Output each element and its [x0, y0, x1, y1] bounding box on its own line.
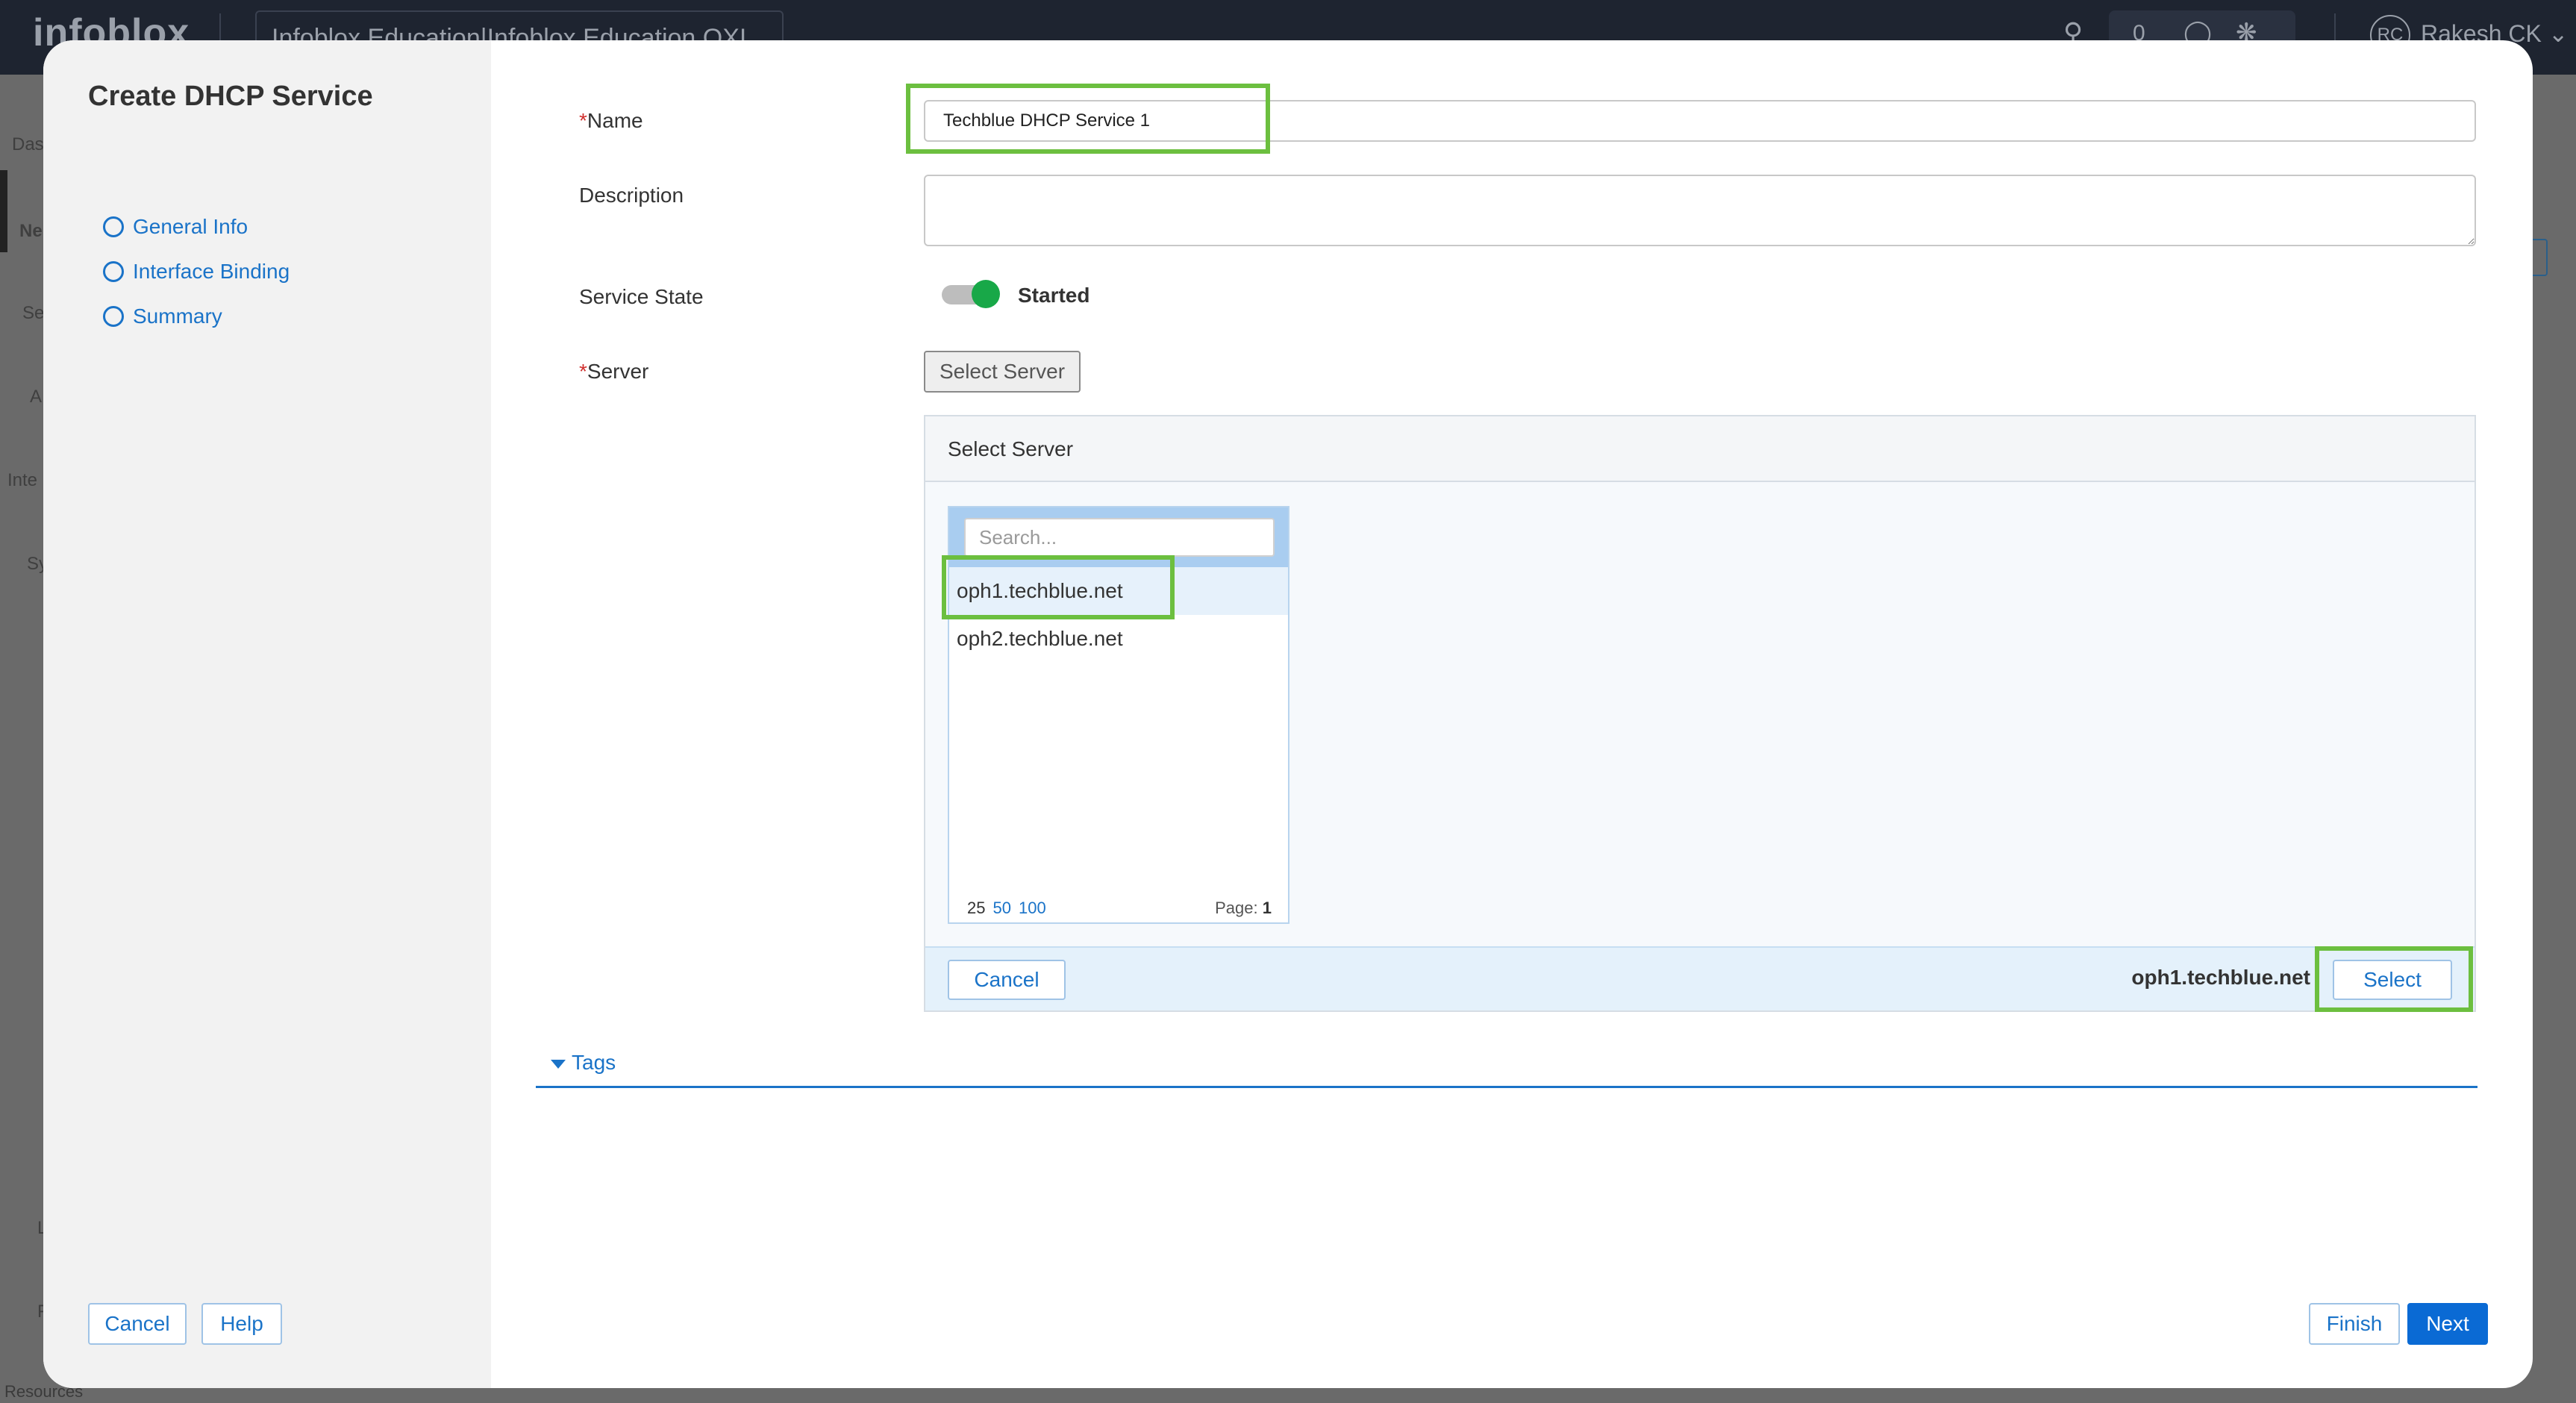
list-item[interactable]: oph1.techblue.net	[949, 567, 1288, 615]
step-circle-icon	[103, 261, 124, 282]
search-input[interactable]	[964, 518, 1275, 557]
select-server-panel: Select Server oph1.techblue.net oph2.tec…	[924, 415, 2476, 1012]
select-server-button[interactable]: Select Server	[924, 351, 1081, 393]
server-label-text: Server	[587, 360, 649, 383]
nav-item-networking[interactable]: Ne	[19, 221, 43, 242]
nav-item-dashboard[interactable]: Das	[12, 134, 44, 155]
step-label: Interface Binding	[133, 260, 290, 283]
finish-button[interactable]: Finish	[2309, 1303, 2400, 1345]
page-size-selector: 25 50 100	[967, 899, 1054, 918]
page-size-100[interactable]: 100	[1019, 899, 1046, 917]
step-circle-icon	[103, 216, 124, 237]
step-circle-icon	[103, 306, 124, 327]
panel-cancel-button[interactable]: Cancel	[948, 960, 1066, 1000]
page-indicator: Page: 1	[1215, 899, 1272, 918]
panel-select-button[interactable]: Select	[2333, 960, 2452, 1000]
step-summary[interactable]: Summary	[103, 301, 222, 331]
nav-item-administration[interactable]: A	[30, 387, 42, 407]
cancel-button[interactable]: Cancel	[88, 1303, 187, 1345]
selected-server-label: oph1.techblue.net	[2131, 966, 2310, 989]
chevron-down-icon: ⌄	[2548, 20, 2569, 47]
description-label: Description	[579, 184, 684, 207]
list-item[interactable]: oph2.techblue.net	[949, 615, 1288, 663]
service-state-label: Service State	[579, 285, 704, 308]
panel-title: Select Server	[948, 437, 1074, 460]
server-label: *Server	[579, 360, 648, 384]
help-button[interactable]: Help	[201, 1303, 282, 1345]
panel-footer: Cancel oph1.techblue.net Select	[925, 946, 2475, 1012]
name-input[interactable]	[924, 100, 2476, 142]
toggle-knob	[972, 280, 1000, 308]
step-label: General Info	[133, 215, 248, 238]
create-dhcp-service-modal: Create DHCP Service General Info Interfa…	[43, 40, 2533, 1388]
caret-down-icon	[551, 1059, 566, 1069]
page-size-50[interactable]: 50	[992, 899, 1010, 917]
next-button[interactable]: Next	[2407, 1303, 2488, 1345]
nav-active-indicator	[0, 170, 7, 252]
tags-toggle[interactable]: Tags	[551, 1051, 616, 1075]
page-size-25[interactable]: 25	[967, 899, 985, 917]
required-mark: *	[579, 360, 587, 383]
name-label-text: Name	[587, 109, 643, 132]
panel-header: Select Server	[925, 416, 2475, 482]
modal-title: Create DHCP Service	[88, 81, 373, 112]
step-label: Summary	[133, 304, 222, 328]
required-mark: *	[579, 109, 587, 132]
tags-label: Tags	[572, 1051, 616, 1074]
nav-item-security[interactable]: Se	[22, 303, 44, 324]
step-interface-binding[interactable]: Interface Binding	[103, 257, 290, 287]
service-state-value: Started	[1018, 284, 1090, 307]
service-state-toggle[interactable]	[939, 279, 1000, 309]
tags-section: Tags	[536, 1045, 2477, 1088]
page-label: Page:	[1215, 899, 1258, 917]
wizard-sidebar: Create DHCP Service General Info Interfa…	[43, 40, 491, 1388]
server-list: oph1.techblue.net oph2.techblue.net 25 50…	[948, 506, 1289, 924]
description-field[interactable]	[924, 175, 2476, 246]
page-number: 1	[1262, 899, 1272, 917]
nav-item-integrations[interactable]: Inte	[7, 470, 37, 491]
step-general-info[interactable]: General Info	[103, 212, 248, 242]
search-bar	[949, 507, 1288, 567]
name-label: *Name	[579, 109, 643, 133]
